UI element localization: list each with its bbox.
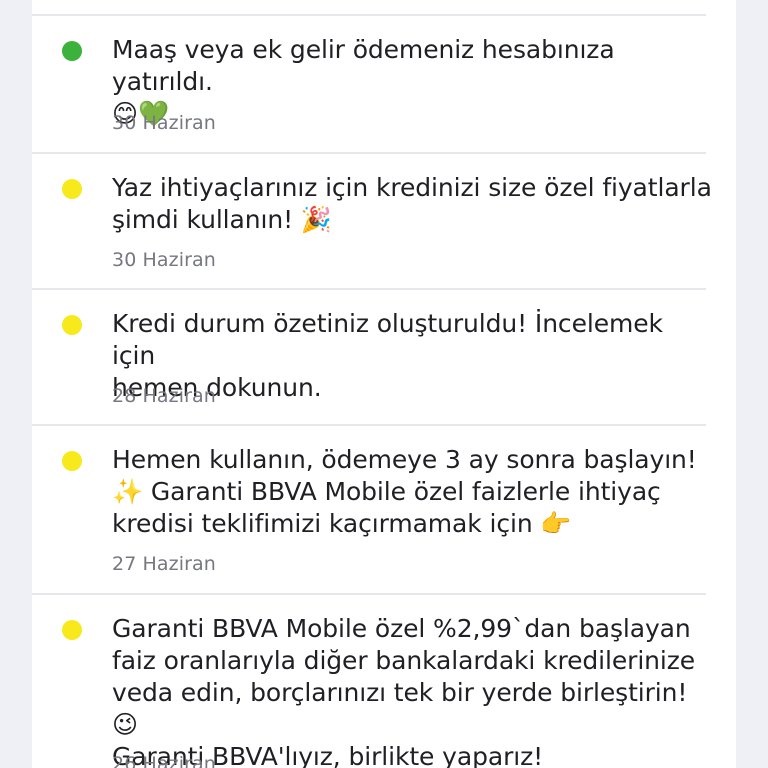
status-dot-icon bbox=[62, 315, 82, 335]
notification-text: Yaz ihtiyaçlarınız için kredinizi size ö… bbox=[112, 173, 712, 234]
notification-item[interactable]: Yaz ihtiyaçlarınız için kredinizi size ö… bbox=[32, 152, 712, 288]
notification-date: 30 Haziran bbox=[112, 112, 216, 134]
status-dot-icon bbox=[62, 620, 82, 640]
notification-item[interactable]: Kredi durum özetiniz oluşturuldu! İncele… bbox=[32, 288, 706, 424]
notification-date: 28 Haziran bbox=[112, 385, 216, 407]
notification-text: Garanti BBVA Mobile özel %2,99`dan başla… bbox=[112, 614, 696, 768]
status-dot-icon bbox=[62, 179, 82, 199]
status-dot-icon bbox=[62, 41, 82, 61]
notification-text: Hemen kullanın, ödemeye 3 ay sonra başla… bbox=[112, 445, 697, 538]
notification-date: 30 Haziran bbox=[112, 249, 216, 271]
notification-panel: Maaş veya ek gelir ödemeniz hesabınıza y… bbox=[32, 0, 736, 768]
notification-item[interactable]: Hemen kullanın, ödemeye 3 ay sonra başla… bbox=[32, 424, 706, 593]
notification-item[interactable]: Maaş veya ek gelir ödemeniz hesabınıza y… bbox=[32, 14, 706, 152]
status-dot-icon bbox=[62, 451, 82, 471]
notification-date: 26 Haziran bbox=[112, 753, 216, 768]
notification-date: 27 Haziran bbox=[112, 553, 216, 575]
notification-item[interactable]: Garanti BBVA Mobile özel %2,99`dan başla… bbox=[32, 593, 706, 768]
notification-list: Maaş veya ek gelir ödemeniz hesabınıza y… bbox=[32, 14, 736, 768]
